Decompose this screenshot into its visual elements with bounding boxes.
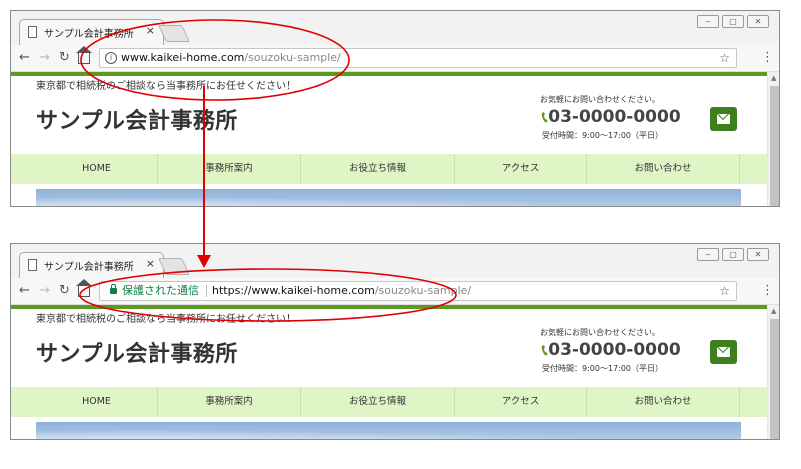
forward-icon[interactable]: →	[39, 283, 50, 299]
url-text: https://www.kaikei-home.com/souzoku-samp…	[212, 284, 472, 297]
mail-button[interactable]	[710, 107, 737, 131]
scrollbar[interactable]: ▲	[767, 72, 779, 206]
site-name[interactable]: サンプル会計事務所	[36, 336, 238, 368]
scroll-thumb[interactable]	[770, 319, 779, 439]
back-icon[interactable]: ←	[19, 283, 30, 299]
browser-tab[interactable]: サンプル会計事務所 ×	[19, 252, 164, 278]
mail-button[interactable]	[710, 340, 737, 364]
nav-item-office[interactable]: 事務所案内	[158, 154, 301, 184]
tab-close-button[interactable]: ×	[146, 257, 155, 270]
scroll-up-icon[interactable]: ▲	[771, 74, 776, 82]
menu-icon[interactable]: ⋮	[761, 283, 774, 299]
screenshot-https: サンプル会計事務所 × ‒ ▢ ✕ ← → ↻ 保護された通信 https://…	[10, 243, 780, 440]
reload-icon[interactable]: ↻	[59, 50, 70, 66]
window-controls: ‒ ▢ ✕	[697, 15, 769, 28]
toolbar: ← → ↻ i www.kaikei-home.com/souzoku-samp…	[11, 45, 779, 72]
mail-icon	[717, 347, 730, 357]
scrollbar[interactable]: ▲	[767, 305, 779, 439]
close-window-button[interactable]: ✕	[747, 15, 769, 28]
back-icon[interactable]: ←	[19, 50, 30, 66]
nav-item-access[interactable]: アクセス	[455, 387, 587, 417]
nav-item-access[interactable]: アクセス	[455, 154, 587, 184]
toolbar: ← → ↻ 保護された通信 https://www.kaikei-home.co…	[11, 278, 779, 305]
lock-icon[interactable]	[110, 284, 117, 294]
phone-icon: 📞︎	[542, 341, 548, 359]
page-content: 東京都で相続税のご相談なら当事務所にお任せください！ サンプル会計事務所 お気軽…	[11, 72, 767, 206]
phone-number[interactable]: 📞︎03-0000-0000	[542, 340, 681, 360]
url-text: www.kaikei-home.com/souzoku-sample/	[121, 51, 341, 64]
home-icon[interactable]	[76, 279, 92, 297]
tab-title: サンプル会計事務所	[44, 29, 134, 40]
hero-image	[36, 189, 741, 206]
close-window-button[interactable]: ✕	[747, 248, 769, 261]
address-bar[interactable]: 保護された通信 https://www.kaikei-home.com/souz…	[99, 281, 737, 301]
minimize-button[interactable]: ‒	[697, 248, 719, 261]
star-icon[interactable]: ☆	[719, 49, 730, 67]
page-icon	[28, 26, 37, 38]
scroll-thumb[interactable]	[770, 86, 779, 206]
menu-icon[interactable]: ⋮	[761, 50, 774, 66]
global-nav: HOME 事務所案内 お役立ち情報 アクセス お問い合わせ	[11, 387, 767, 417]
secure-label[interactable]: 保護された通信	[122, 282, 199, 300]
home-icon[interactable]	[76, 46, 92, 64]
mail-icon	[717, 114, 730, 124]
title-bar: サンプル会計事務所 × ‒ ▢ ✕	[11, 244, 779, 278]
business-hours: 受付時間：9:00〜17:00（平日）	[542, 364, 664, 373]
browser-tab[interactable]: サンプル会計事務所 ×	[19, 19, 164, 45]
site-name[interactable]: サンプル会計事務所	[36, 103, 238, 135]
minimize-button[interactable]: ‒	[697, 15, 719, 28]
contact-note: お気軽にお問い合わせください。	[540, 328, 660, 337]
forward-icon[interactable]: →	[39, 50, 50, 66]
business-hours: 受付時間：9:00〜17:00（平日）	[542, 131, 664, 140]
maximize-button[interactable]: ▢	[722, 15, 744, 28]
star-icon[interactable]: ☆	[719, 282, 730, 300]
reload-icon[interactable]: ↻	[59, 283, 70, 299]
page-icon	[28, 259, 37, 271]
nav-item-home[interactable]: HOME	[36, 154, 158, 184]
tab-title: サンプル会計事務所	[44, 262, 134, 273]
address-bar[interactable]: i www.kaikei-home.com/souzoku-sample/ ☆	[99, 48, 737, 68]
screenshot-http: サンプル会計事務所 × ‒ ▢ ✕ ← → ↻ i www.kaikei-hom…	[10, 10, 780, 207]
page-content: 東京都で相続税のご相談なら当事務所にお任せください！ サンプル会計事務所 お気軽…	[11, 305, 767, 439]
global-nav: HOME 事務所案内 お役立ち情報 アクセス お問い合わせ	[11, 154, 767, 184]
title-bar: サンプル会計事務所 × ‒ ▢ ✕	[11, 11, 779, 45]
nav-item-info[interactable]: お役立ち情報	[301, 154, 455, 184]
site-tagline: 東京都で相続税のご相談なら当事務所にお任せください！	[36, 81, 296, 92]
nav-item-home[interactable]: HOME	[36, 387, 158, 417]
contact-note: お気軽にお問い合わせください。	[540, 95, 660, 104]
nav-item-office[interactable]: 事務所案内	[158, 387, 301, 417]
phone-number[interactable]: 📞︎03-0000-0000	[542, 107, 681, 127]
scroll-up-icon[interactable]: ▲	[771, 307, 776, 315]
info-icon[interactable]: i	[105, 52, 117, 64]
divider	[206, 285, 207, 297]
nav-item-contact[interactable]: お問い合わせ	[587, 154, 740, 184]
nav-item-info[interactable]: お役立ち情報	[301, 387, 455, 417]
hero-image	[36, 422, 741, 439]
tab-close-button[interactable]: ×	[146, 24, 155, 37]
window-controls: ‒ ▢ ✕	[697, 248, 769, 261]
site-tagline: 東京都で相続税のご相談なら当事務所にお任せください！	[36, 314, 296, 325]
maximize-button[interactable]: ▢	[722, 248, 744, 261]
phone-icon: 📞︎	[542, 108, 548, 126]
nav-item-contact[interactable]: お問い合わせ	[587, 387, 740, 417]
